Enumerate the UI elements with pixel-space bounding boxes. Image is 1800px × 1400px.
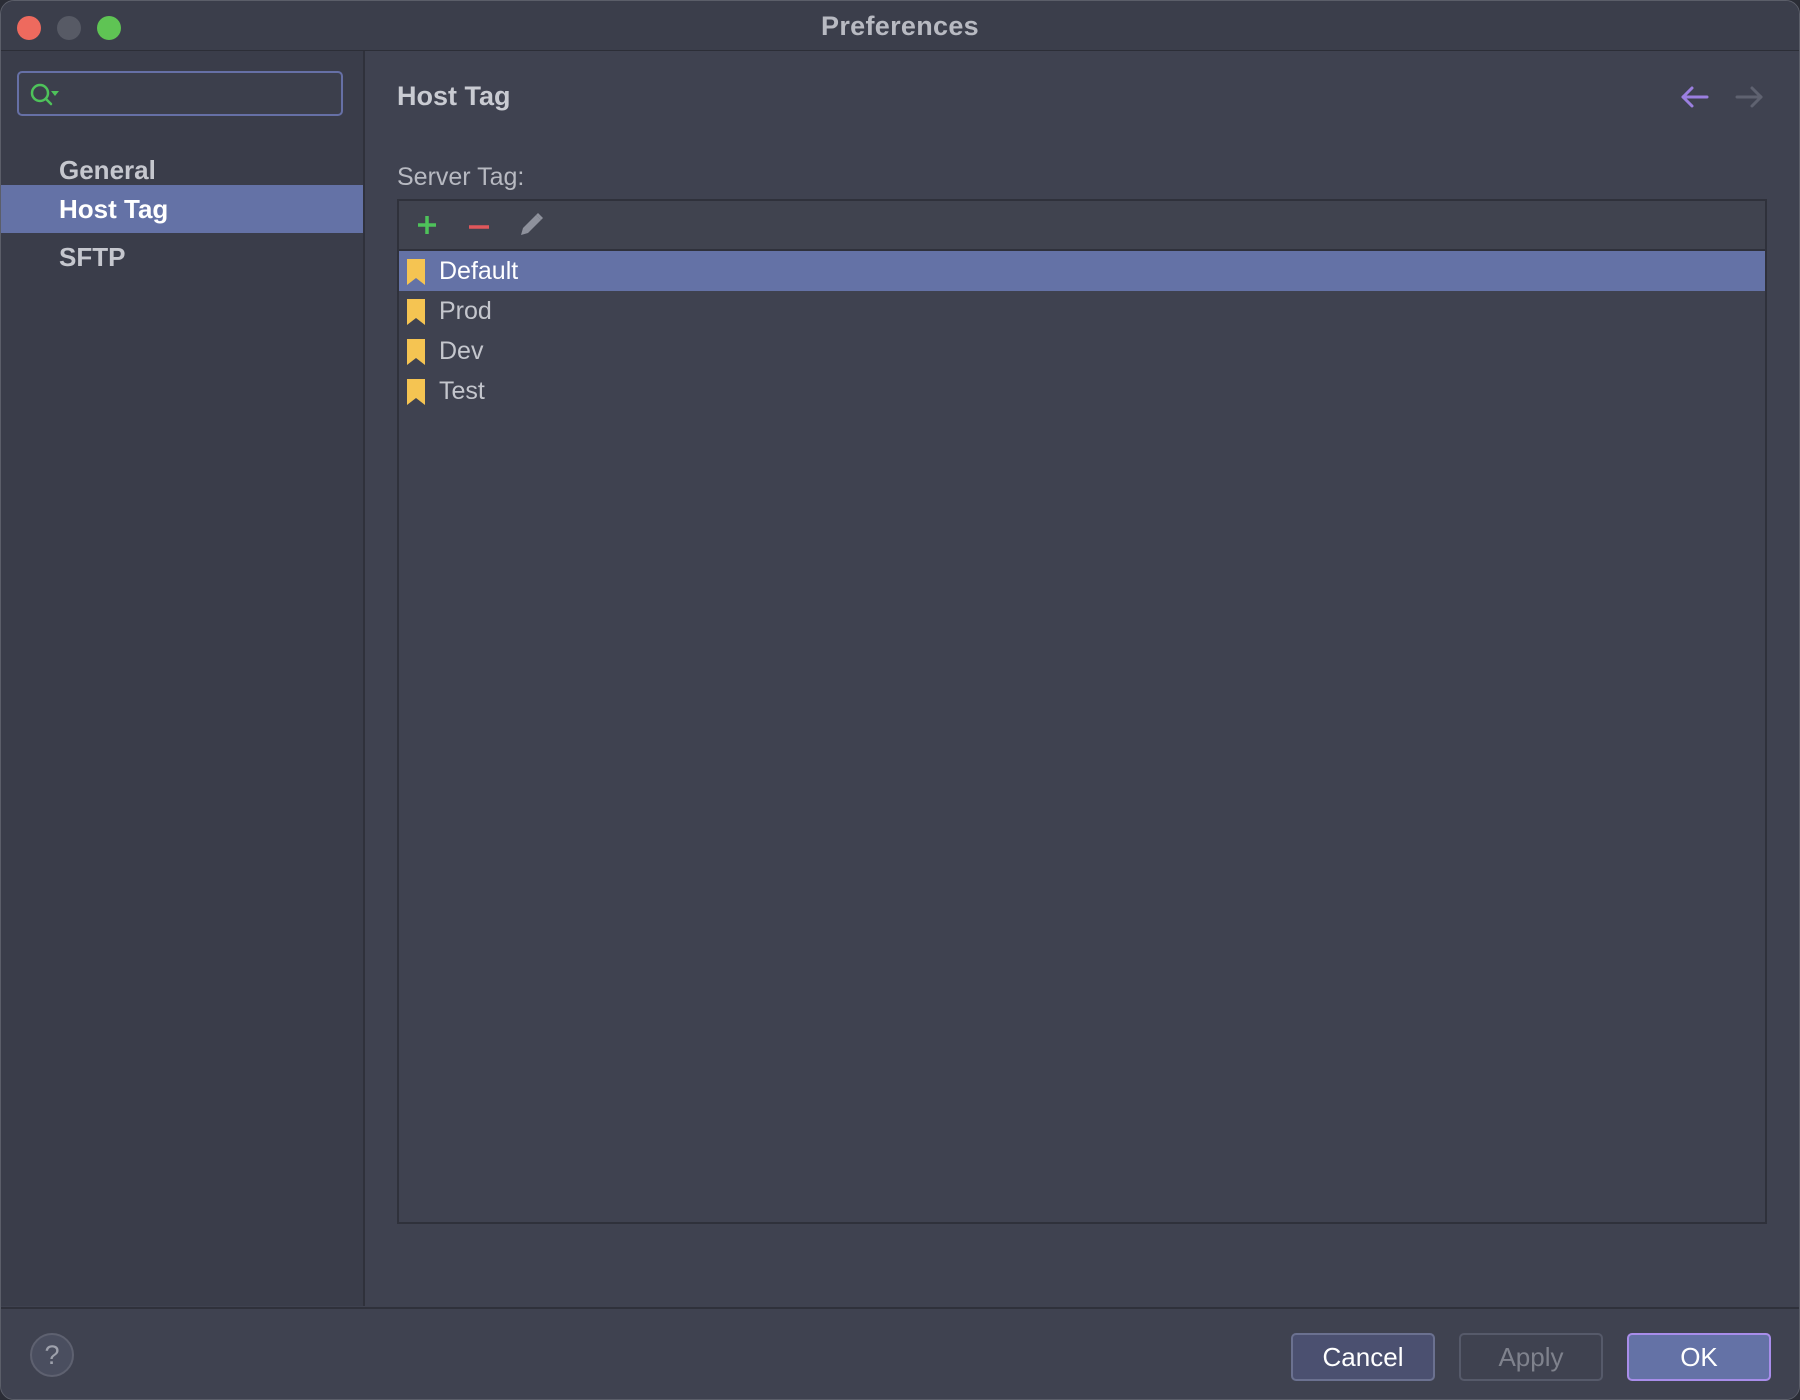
tag-label: Default	[439, 257, 519, 285]
apply-button[interactable]: Apply	[1459, 1333, 1603, 1381]
pencil-icon[interactable]	[515, 209, 547, 241]
tag-row-prod[interactable]: Prod	[399, 291, 1765, 331]
bookmark-icon	[407, 339, 425, 365]
search-box[interactable]	[17, 71, 343, 116]
cancel-button[interactable]: Cancel	[1291, 1333, 1435, 1381]
title-bar: Preferences	[1, 1, 1799, 51]
search-icon[interactable]	[29, 82, 63, 108]
server-tag-label: Server Tag:	[397, 163, 525, 191]
ok-button[interactable]: OK	[1627, 1333, 1771, 1381]
window-title: Preferences	[821, 11, 979, 41]
page-title: Host Tag	[397, 81, 511, 111]
minus-icon[interactable]	[463, 209, 495, 241]
sidebar-item-sftp[interactable]: SFTP	[1, 233, 363, 281]
preferences-window: Preferences General Host Tag SFTP Host T…	[0, 0, 1800, 1400]
sidebar-item-label: General	[59, 155, 156, 185]
server-tag-list-panel: Default Prod Dev Test	[397, 199, 1767, 1224]
bookmark-icon	[407, 259, 425, 285]
tag-label: Dev	[439, 337, 484, 365]
dialog-footer: ? Cancel Apply OK	[1, 1307, 1799, 1399]
list-toolbar	[399, 201, 1765, 251]
forward-arrow-icon[interactable]	[1731, 79, 1767, 115]
tag-label: Prod	[439, 297, 492, 325]
sidebar: General Host Tag SFTP	[1, 51, 365, 1306]
bookmark-icon	[407, 299, 425, 325]
search-input[interactable]	[67, 79, 331, 111]
tag-row-test[interactable]: Test	[399, 371, 1765, 411]
sidebar-item-label: SFTP	[59, 242, 126, 272]
tag-row-default[interactable]: Default	[399, 251, 1765, 291]
bookmark-icon	[407, 379, 425, 405]
main-panel: Host Tag Server Tag: Default Prod Dev Te…	[365, 51, 1799, 1306]
sidebar-item-host-tag[interactable]: Host Tag	[1, 185, 363, 233]
back-arrow-icon[interactable]	[1677, 79, 1713, 115]
tag-label: Test	[439, 377, 485, 405]
tag-row-dev[interactable]: Dev	[399, 331, 1765, 371]
plus-icon[interactable]	[411, 209, 443, 241]
sidebar-item-label: Host Tag	[59, 194, 169, 224]
help-button[interactable]: ?	[30, 1333, 74, 1377]
